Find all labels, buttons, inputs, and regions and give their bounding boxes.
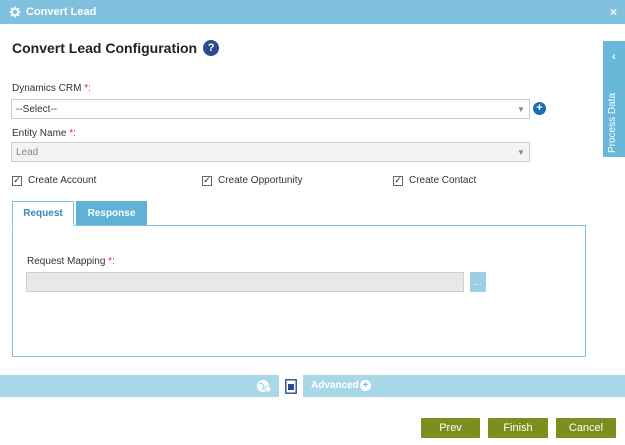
required-marker: *: (84, 83, 91, 94)
chevron-down-icon[interactable]: ▼ (513, 100, 529, 118)
create-account-label: Create Account (28, 175, 97, 186)
window-title: Convert Lead (26, 6, 97, 18)
dynamics-crm-value: --Select-- (16, 103, 58, 115)
chevron-left-icon[interactable]: ‹ (603, 51, 625, 63)
dynamics-crm-label-text: Dynamics CRM (12, 83, 82, 94)
required-marker: *: (108, 256, 115, 267)
required-marker: *: (69, 128, 76, 139)
help-icon[interactable]: ? (203, 40, 220, 56)
process-data-label: Process Data (607, 92, 618, 153)
create-account-checkbox[interactable]: ✓ (12, 175, 22, 186)
window-titlebar: Convert Lead × (0, 0, 625, 24)
create-opportunity-checkbox[interactable]: ✓ (202, 175, 212, 186)
finish-button[interactable]: Finish (488, 418, 548, 438)
chevron-down-icon[interactable]: ▼ (513, 143, 529, 161)
plus-icon[interactable]: + (360, 380, 371, 391)
page-title: Convert Lead Configuration (12, 40, 198, 56)
entity-name-value: Lead (16, 146, 39, 158)
advanced-bar: Advanced + (0, 375, 625, 397)
request-mapping-label-text: Request Mapping (27, 256, 106, 267)
entity-name-select[interactable]: Lead ▼ (11, 142, 530, 162)
globe-gear-icon[interactable] (256, 378, 272, 394)
create-contact-checkbox[interactable]: ✓ (393, 175, 403, 186)
create-account-option[interactable]: ✓ Create Account (12, 175, 96, 186)
tab-response[interactable]: Response (76, 201, 147, 226)
add-connection-icon[interactable]: + (533, 102, 546, 115)
advanced-label[interactable]: Advanced (311, 380, 359, 391)
page-title-row: Convert Lead Configuration ? (12, 40, 220, 56)
dynamics-crm-select[interactable]: --Select-- ▼ (11, 99, 530, 119)
create-contact-option[interactable]: ✓ Create Contact (393, 175, 476, 186)
prev-button[interactable]: Prev (421, 418, 480, 438)
request-mapping-browse-button[interactable]: ... (470, 272, 486, 292)
request-mapping-input[interactable] (26, 272, 464, 292)
cancel-button[interactable]: Cancel (556, 418, 616, 438)
document-mapping-icon[interactable] (279, 375, 303, 397)
close-icon[interactable]: × (610, 5, 617, 19)
entity-name-label: Entity Name *: (12, 128, 76, 139)
create-contact-label: Create Contact (409, 175, 477, 186)
gear-icon (9, 6, 21, 18)
entity-name-label-text: Entity Name (12, 128, 67, 139)
request-tab-panel: Request Mapping *: ... (12, 225, 586, 357)
process-data-panel-toggle[interactable]: ‹ Process Data (603, 41, 625, 157)
create-opportunity-option[interactable]: ✓ Create Opportunity (202, 175, 303, 186)
dynamics-crm-label: Dynamics CRM *: (12, 83, 91, 94)
tab-request[interactable]: Request (12, 201, 74, 226)
create-opportunity-label: Create Opportunity (218, 175, 303, 186)
request-mapping-label: Request Mapping *: (27, 256, 115, 267)
